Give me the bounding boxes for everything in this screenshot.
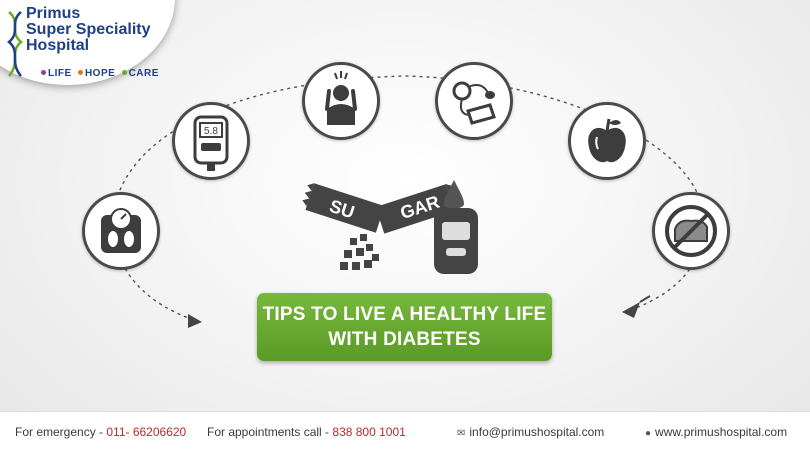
banner-line-2: WITH DIABETES bbox=[328, 329, 481, 350]
tag-dot bbox=[77, 70, 83, 75]
appointment-label: For appointments call - bbox=[207, 425, 333, 439]
no-bread-circle bbox=[652, 192, 730, 270]
blood-pressure-monitor-icon bbox=[452, 81, 496, 125]
emergency-number[interactable]: 011- 66206620 bbox=[106, 425, 186, 439]
stressed-person-icon bbox=[325, 71, 357, 125]
contact-footer: For emergency - 011- 66206620 For appoin… bbox=[0, 411, 810, 451]
banner-line-1: TIPS TO LIVE A HEALTHY LIFE bbox=[262, 304, 547, 325]
appointment-number[interactable]: 838 800 1001 bbox=[332, 425, 405, 439]
email-link[interactable]: info@primushospital.com bbox=[469, 425, 604, 439]
tag-hope: HOPE bbox=[84, 68, 116, 79]
apple-circle bbox=[568, 102, 646, 180]
emergency-contact: For emergency - 011- 66206620 bbox=[15, 425, 186, 439]
glucometer-circle: 5.8 bbox=[172, 102, 250, 180]
tag-life: LIFE bbox=[48, 68, 72, 79]
title-banner: TIPS TO LIVE A HEALTHY LIFE WITH DIABETE… bbox=[257, 293, 552, 361]
arrow-head-left bbox=[188, 314, 202, 328]
tag-dot bbox=[121, 70, 127, 75]
weighing-scale-icon bbox=[101, 208, 141, 253]
stress-circle bbox=[302, 62, 380, 140]
logo-line-1: Primus bbox=[26, 5, 81, 22]
mail-icon: ✉ bbox=[457, 428, 466, 439]
dna-logo-icon bbox=[7, 11, 23, 77]
website-link[interactable]: www.primushospital.com bbox=[655, 425, 787, 439]
blood-drop-glucometer-icon bbox=[434, 180, 478, 274]
infographic: Primus Super Speciality Hospital LIFE HO… bbox=[0, 0, 810, 451]
tag-dot bbox=[41, 70, 46, 75]
globe-icon: ● bbox=[645, 428, 652, 439]
weighing-scale-circle bbox=[82, 192, 160, 270]
arrow-head-right bbox=[622, 295, 651, 318]
website-contact: ● www.primushospital.com bbox=[645, 425, 787, 439]
logo-line-2: Super Speciality bbox=[26, 21, 151, 38]
logo-line-3: Hospital bbox=[26, 37, 90, 54]
emergency-label: For emergency - bbox=[15, 425, 107, 439]
bp-monitor-circle bbox=[435, 62, 513, 140]
glucometer-value: 5.8 bbox=[204, 126, 218, 137]
no-bread-icon bbox=[665, 205, 717, 257]
apple-icon bbox=[588, 118, 626, 163]
tag-care: CARE bbox=[128, 68, 159, 79]
logo-tagline: LIFE HOPE CARE bbox=[38, 68, 159, 79]
glucometer-reading-icon: 5.8 bbox=[193, 115, 229, 171]
email-contact: ✉ info@primushospital.com bbox=[457, 425, 604, 439]
appointment-contact: For appointments call - 838 800 1001 bbox=[207, 425, 406, 439]
sugar-cubes bbox=[340, 234, 379, 270]
hospital-name: Primus Super Speciality Hospital bbox=[26, 6, 151, 54]
